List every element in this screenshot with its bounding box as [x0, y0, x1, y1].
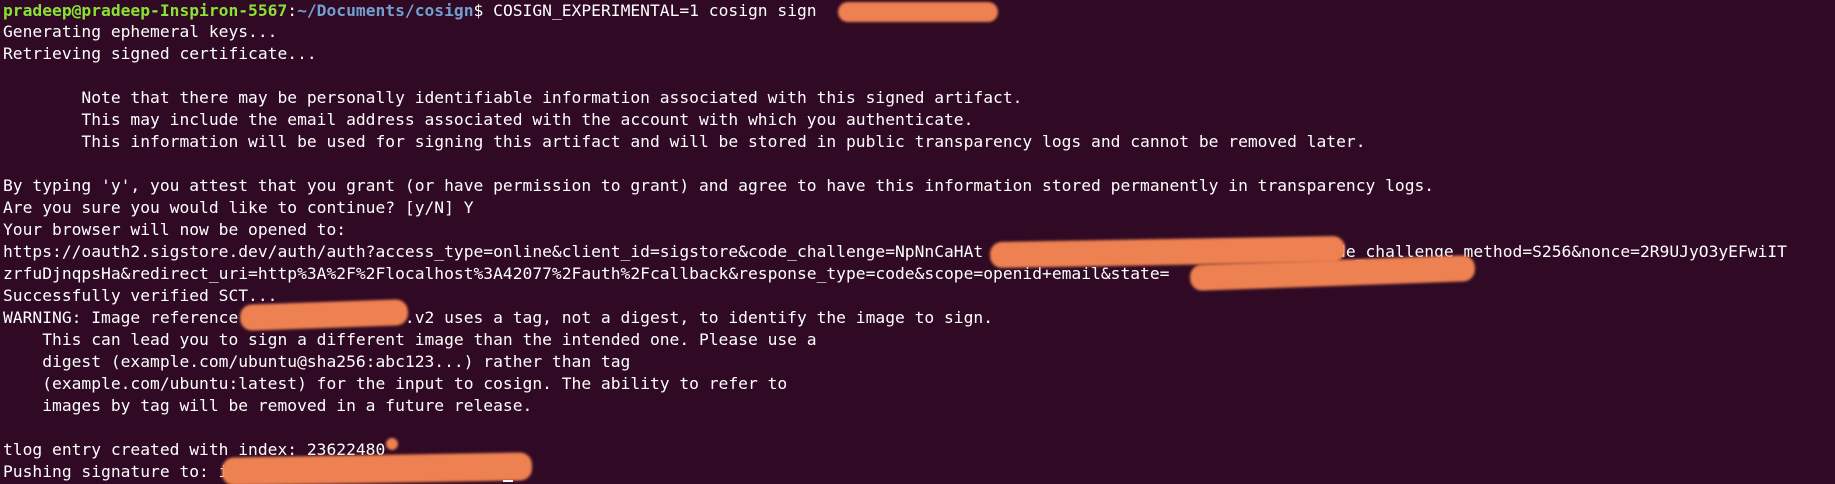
output-line: Successfully verified SCT... [3, 286, 278, 305]
pushing-signature-text: Pushing signature to: i [3, 462, 229, 481]
prompt-separator: : [287, 1, 298, 20]
output-line: Generating ephemeral keys... [3, 22, 278, 41]
output-line: Your browser will now be opened to: [3, 220, 347, 239]
terminal-window[interactable]: pradeep@pradeep-Inspiron-5567:~/Document… [0, 0, 1835, 484]
redaction-mark [221, 452, 533, 484]
pushing-signature-line: Pushing signature to: i [3, 461, 228, 483]
output-line: Note that there may be personally identi… [3, 88, 1023, 107]
warning-detail-line: This can lead you to sign a different im… [3, 330, 817, 349]
prompt-user-host: pradeep@pradeep-Inspiron-5567 [3, 1, 288, 20]
output-line: This information will be used for signin… [3, 132, 1366, 151]
terminal-cursor [503, 480, 513, 482]
output-line: By typing 'y', you attest that you grant… [3, 176, 1435, 195]
command-text: COSIGN_EXPERIMENTAL=1 cosign sign [493, 1, 827, 20]
warning-detail-line: images by tag will be removed in a futur… [3, 396, 533, 415]
prompt-symbol: $ [473, 1, 494, 20]
output-line: Retrieving signed certificate... [3, 44, 317, 63]
output-line: This may include the email address assoc… [3, 110, 974, 129]
warning-detail-line: (example.com/ubuntu:latest) for the inpu… [3, 374, 788, 393]
output-line: Are you sure you would like to continue?… [3, 198, 474, 217]
warning-line: WARNING: Image reference .v2 uses a tag,… [3, 308, 994, 327]
redaction-mark [386, 438, 398, 450]
redaction-mark [838, 2, 998, 22]
prompt-line: pradeep@pradeep-Inspiron-5567:~/Document… [3, 0, 982, 22]
prompt-path: ~/Documents/cosign [297, 1, 474, 20]
auth-url-line: https://oauth2.sigstore.dev/auth/auth?ac… [3, 242, 1787, 261]
warning-detail-line: digest (example.com/ubuntu@sha256:abc123… [3, 352, 631, 371]
